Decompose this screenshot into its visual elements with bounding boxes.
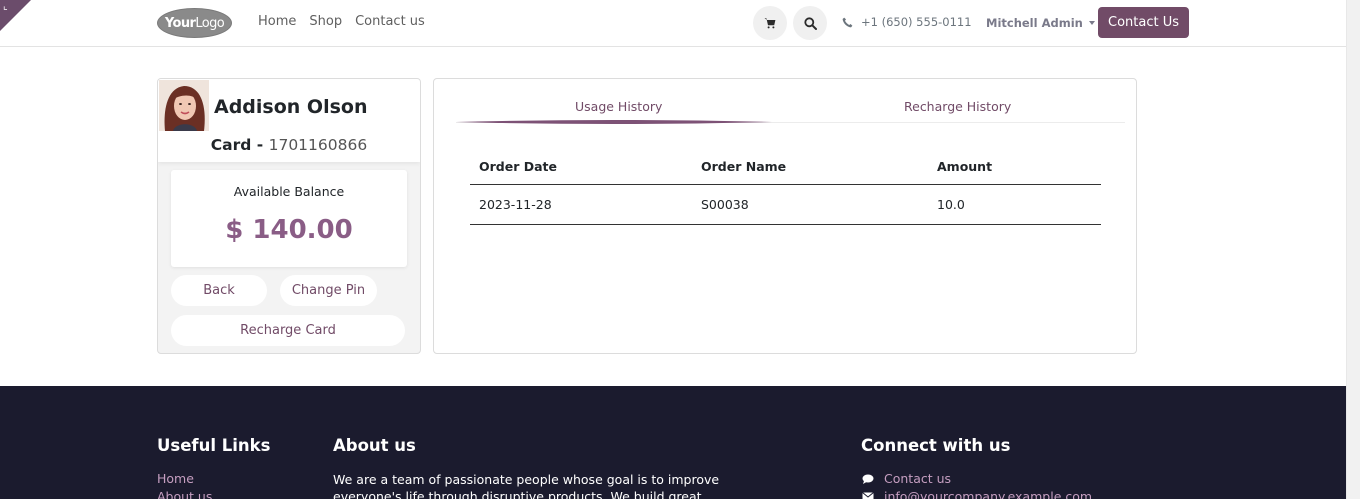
logo-text: Logo — [195, 15, 225, 31]
cell-amount: 10.0 — [937, 197, 965, 212]
site-footer: Useful Links Home About us About us We a… — [0, 386, 1346, 499]
site-logo[interactable]: YourLogo — [157, 8, 232, 38]
user-menu[interactable]: Mitchell Admin — [986, 16, 1095, 30]
history-panel: Usage History Recharge History Order Dat… — [433, 78, 1137, 354]
main-nav: Home Shop Contact us — [258, 14, 425, 29]
footer-contact-us-link[interactable]: Contact us — [884, 471, 951, 486]
col-amount: Amount — [937, 159, 993, 174]
avatar — [159, 80, 209, 131]
col-order-date: Order Date — [479, 159, 557, 174]
header-phone[interactable]: +1 (650) 555-0111 — [842, 15, 972, 29]
edit-corner-icon: ⌞ — [3, 1, 8, 12]
cell-order-name: S00038 — [701, 197, 749, 212]
cart-button[interactable] — [753, 6, 787, 40]
tab-usage-history[interactable]: Usage History — [575, 99, 662, 114]
change-pin-button[interactable]: Change Pin — [280, 275, 377, 306]
card-number-line: Card - 1701160866 — [158, 136, 420, 154]
phone-number: +1 (650) 555-0111 — [861, 15, 972, 29]
comment-icon — [862, 474, 874, 484]
envelope-icon — [862, 492, 874, 499]
nav-home[interactable]: Home — [258, 14, 296, 29]
back-button[interactable]: Back — [171, 275, 267, 306]
cardholder-name: Addison Olson — [214, 96, 368, 118]
site-header: YourLogo Home Shop Contact us +1 (650) 5… — [0, 0, 1346, 47]
gift-card-panel: Addison Olson Card - 1701160866 Availabl… — [157, 78, 421, 354]
nav-contact-us[interactable]: Contact us — [355, 14, 425, 29]
card-label: Card - — [210, 136, 269, 154]
balance-box: Available Balance $ 140.00 — [171, 170, 407, 267]
active-tab-indicator — [456, 120, 772, 124]
phone-icon — [842, 17, 853, 27]
footer-link-home[interactable]: Home — [157, 471, 194, 486]
connect-title: Connect with us — [861, 436, 1011, 455]
recharge-card-button[interactable]: Recharge Card — [171, 315, 405, 346]
card-number: 1701160866 — [268, 136, 368, 154]
footer-email-link[interactable]: info@yourcompany.example.com — [884, 489, 1092, 499]
balance-amount: $ 140.00 — [225, 215, 353, 245]
user-name: Mitchell Admin — [986, 16, 1083, 30]
about-us-text: We are a team of passionate people whose… — [333, 472, 720, 499]
table-header-row: Order Date Order Name Amount — [470, 148, 1101, 185]
cart-icon — [764, 18, 776, 29]
search-button[interactable] — [793, 6, 827, 40]
usage-history-table: Order Date Order Name Amount 2023-11-28 … — [470, 148, 1101, 225]
about-us-title: About us — [333, 436, 416, 455]
logo-text-bold: Your — [164, 15, 196, 31]
cell-order-date: 2023-11-28 — [479, 197, 552, 212]
col-order-name: Order Name — [701, 159, 787, 174]
profile-header: Addison Olson Card - 1701160866 — [158, 79, 420, 162]
nav-shop[interactable]: Shop — [309, 14, 342, 29]
contact-us-button[interactable]: Contact Us — [1098, 7, 1189, 38]
useful-links-title: Useful Links — [157, 436, 271, 455]
tab-recharge-history[interactable]: Recharge History — [904, 99, 1011, 114]
table-row: 2023-11-28 S00038 10.0 — [470, 185, 1101, 225]
page-scrollbar[interactable] — [1346, 0, 1360, 499]
footer-link-about-us[interactable]: About us — [157, 489, 212, 499]
search-icon — [803, 16, 817, 30]
balance-label: Available Balance — [233, 184, 345, 199]
chevron-down-icon — [1088, 21, 1095, 25]
